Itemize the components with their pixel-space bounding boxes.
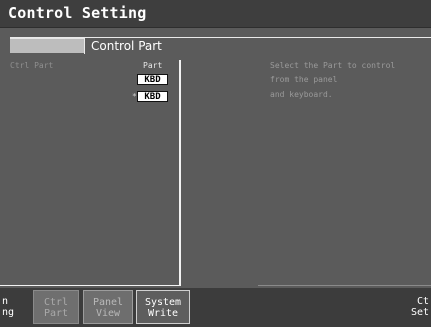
tab-strip: Control Part (0, 28, 431, 54)
list-bottom-divider (0, 285, 181, 286)
function-bar: n ng Ctrl Part Panel View System Write C… (0, 288, 431, 327)
ctrl-setting-button-line1: Ct (416, 296, 429, 307)
ctrl-part-button[interactable]: Ctrl Part (33, 290, 79, 324)
content-area: Ctrl Part Part KBD * KBD Select the Part… (0, 52, 431, 286)
panel-view-button[interactable]: Panel View (83, 290, 133, 324)
ctrl-setting-button-line2: Set (410, 307, 429, 318)
panel-view-button-line1: Panel (92, 297, 124, 308)
info-line-3: and keyboard. (270, 90, 333, 99)
screen: Control Setting Control Part Ctrl Part P… (0, 0, 431, 327)
system-write-button-line2: Write (147, 308, 179, 319)
tab-control-part-label: Control Part (91, 39, 162, 53)
title-bar: Control Setting (0, 0, 431, 28)
part-value-kbd-1[interactable]: KBD (137, 74, 168, 85)
system-write-button[interactable]: System Write (136, 290, 190, 324)
panel-view-button-line2: View (95, 308, 121, 319)
tab-baseline (166, 37, 431, 38)
function-button-left-line1: n (2, 296, 9, 307)
column-divider (179, 60, 181, 286)
info-line-1: Select the Part to control (270, 61, 396, 70)
ctrl-part-label: Ctrl Part (10, 61, 54, 70)
part-column-header: Part (143, 61, 163, 70)
system-write-button-line1: System (144, 297, 182, 308)
function-button-left-line2: ng (2, 307, 15, 318)
window-title: Control Setting (8, 4, 147, 22)
ctrl-part-button-line1: Ctrl (43, 297, 69, 308)
info-line-2: from the panel (270, 75, 338, 84)
info-bottom-divider (258, 285, 431, 286)
tab-inactive[interactable] (10, 38, 84, 53)
function-button-left[interactable]: n ng (0, 290, 30, 324)
part-value-kbd-2[interactable]: KBD (137, 91, 168, 102)
ctrl-part-button-line2: Part (43, 308, 69, 319)
ctrl-setting-button[interactable]: Ct Set (404, 290, 431, 324)
